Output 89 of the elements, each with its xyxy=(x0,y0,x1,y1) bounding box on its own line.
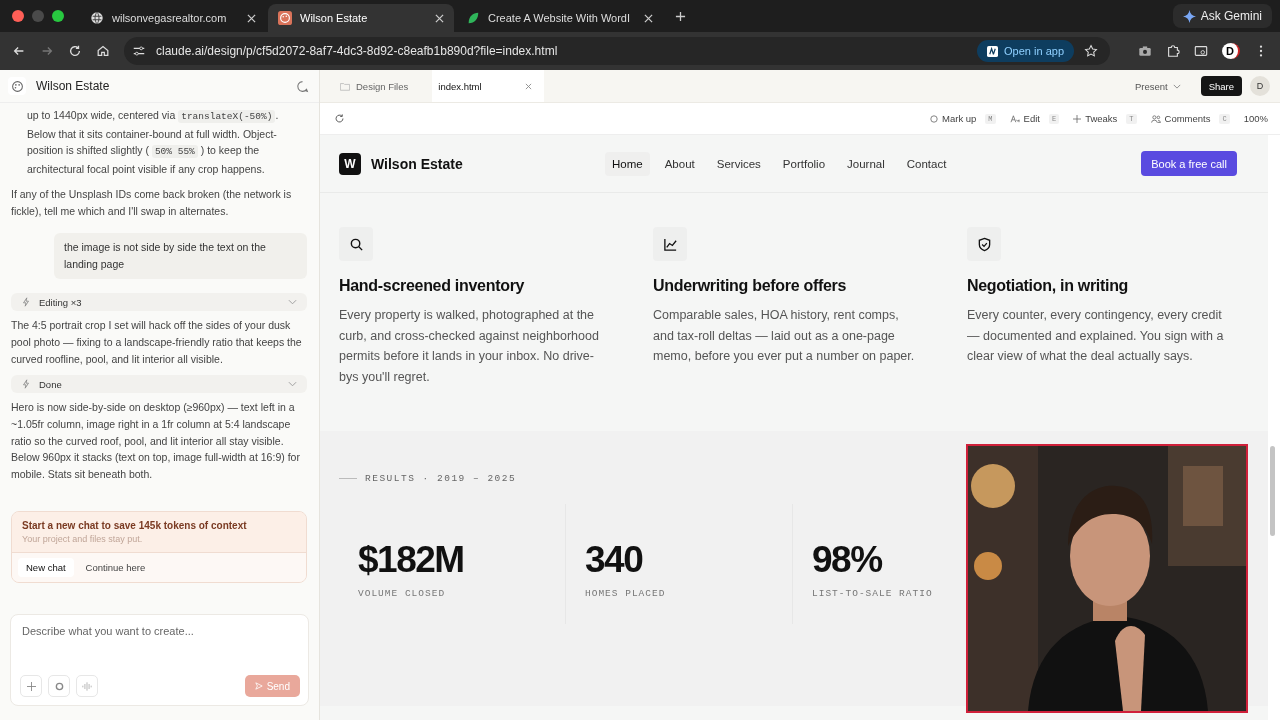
star-icon[interactable] xyxy=(1084,44,1098,58)
people-icon xyxy=(1150,114,1161,123)
line-chart-icon xyxy=(653,227,687,261)
forward-icon[interactable] xyxy=(40,44,54,58)
feature-description: Every counter, every contingency, every credit — documented and explained. You sign with a clear view of what the deal actually says. xyxy=(967,307,1225,365)
nav-link[interactable]: About xyxy=(657,151,702,176)
search-icon xyxy=(339,227,373,261)
stat-label: HOMES PLACED xyxy=(585,588,667,599)
nav-link[interactable]: Journal xyxy=(840,151,892,176)
section-label: RESULTS · 2019 – 2025 xyxy=(365,473,517,484)
stat-value: $182M xyxy=(358,540,465,580)
feature-title: Negotiation, in writing xyxy=(967,277,1130,295)
plus-icon xyxy=(26,681,36,691)
assistant-message: up to 1440px wide, centered via translateX(-50%) . Below that it sits container-bound at full width. Object-position is shifted slightly ( 50% 55% ) to keep the architectural focal point visible if any crop happens. xyxy=(26,108,280,178)
circle-icon xyxy=(930,114,938,123)
tool-activity-row[interactable]: Editing ×3 xyxy=(11,293,307,312)
maximize-window-icon[interactable] xyxy=(52,10,64,22)
chevron-down-icon xyxy=(1172,83,1181,89)
stat-label: LIST-TO-SALE RATIO xyxy=(812,588,934,599)
project-title: Wilson Estate xyxy=(36,79,110,93)
notice-subtitle: Your project and files stay put. xyxy=(22,533,144,544)
present-dropdown[interactable]: Present xyxy=(1128,79,1187,93)
browser-tab[interactable]: wilsonvegasrealtor.com xyxy=(80,4,266,32)
new-tab-icon[interactable] xyxy=(675,10,687,22)
waveform-icon xyxy=(82,681,92,691)
ask-gemini-button[interactable]: Ask Gemini xyxy=(1172,4,1272,28)
plus-icon xyxy=(1073,114,1082,123)
close-window-icon[interactable] xyxy=(12,10,24,22)
feature-description: Comparable sales, HOA history, rent comps, and tax-roll deltas — laid out as a one-page memo, before you ever put a number on paper. xyxy=(653,307,916,365)
tab-search-icon[interactable] xyxy=(1194,44,1208,58)
notice-button[interactable]: New chat xyxy=(18,557,74,577)
chevron-down-icon xyxy=(288,381,297,388)
stat-value: 340 xyxy=(585,540,644,580)
palette-icon xyxy=(8,77,26,95)
home-icon[interactable] xyxy=(96,44,110,58)
file-tab[interactable]: Design Files xyxy=(334,70,421,102)
font-icon xyxy=(1009,114,1020,123)
app-icon xyxy=(987,45,999,57)
assistant-message: The 4:5 portrait crop I set will hack off the sides of your dusk pool photo — fixing to a landscape-friendly ratio that keeps the curved roofline, pool, and lit interior all visible. xyxy=(11,318,303,367)
assistant-message: Hero is now side-by-side on desktop (≥960px) — text left in a ~1.05fr column, image right in a 1fr column at 5:4 landscape ratio so the curved roof, pool, and lit interior all stay visible. Below 960px it stacks (text on top, image full-width at 16:9) for mobile. Stats sit beneath both. xyxy=(11,400,301,483)
book-call-button[interactable]: Book a free call xyxy=(1141,151,1237,176)
leaf-icon xyxy=(466,11,480,25)
nav-link[interactable]: Contact xyxy=(899,151,954,176)
nav-link[interactable]: Home xyxy=(605,151,650,176)
assistant-message: If any of the Unsplash IDs come back broken (the network is fickle), tell me which and I'll swap in alternates. xyxy=(11,186,293,219)
back-icon[interactable] xyxy=(12,44,26,58)
close-icon[interactable] xyxy=(525,82,533,90)
palette-icon xyxy=(278,11,292,25)
close-tab-icon[interactable] xyxy=(247,13,256,23)
chevron-down-icon xyxy=(288,299,297,306)
stat-label: VOLUME CLOSED xyxy=(358,588,447,599)
scrollbar-thumb[interactable] xyxy=(1270,446,1275,536)
add-button[interactable] xyxy=(20,675,42,697)
brand-logo[interactable]: W xyxy=(339,152,361,175)
globe-icon xyxy=(90,11,104,25)
feature-title: Underwriting before offers xyxy=(653,277,848,295)
browser-tab[interactable]: Create A Website With WordI xyxy=(456,4,664,32)
user-message: the image is not side by side the text on the landing page xyxy=(54,233,307,280)
profile-avatar[interactable]: D xyxy=(1222,43,1240,59)
close-tab-icon[interactable] xyxy=(644,13,654,23)
open-in-app-button[interactable]: Open in app xyxy=(977,40,1074,62)
notice-button[interactable]: Continue here xyxy=(77,557,154,577)
settings-icon xyxy=(54,681,64,691)
settings-button[interactable] xyxy=(48,675,70,697)
stat-value: 98% xyxy=(812,540,883,580)
bolt-icon xyxy=(21,379,31,390)
site-settings-icon[interactable] xyxy=(132,44,146,58)
share-button[interactable]: Share xyxy=(1200,76,1242,96)
file-tab[interactable]: index.html xyxy=(432,70,545,102)
feature-description: Every property is walked, photographed at the curb, and cross-checked against neighborhood permits before it lands in your inbox. No drive-bys you'll regret. xyxy=(339,307,600,386)
feature-title: Hand-screened inventory xyxy=(339,277,526,295)
user-avatar[interactable]: D xyxy=(1250,76,1270,96)
address-bar[interactable]: claude.ai/design/p/cf5d2072-8af7-4dc3-8d92-c8eafb1b890d?file=index.html Open in app xyxy=(124,37,1110,65)
nav-link[interactable]: Services xyxy=(709,151,768,176)
brand-name[interactable]: Wilson Estate xyxy=(371,155,463,172)
send-icon xyxy=(254,682,263,690)
reload-icon[interactable] xyxy=(334,113,345,124)
extensions-icon[interactable] xyxy=(1166,44,1180,58)
shield-check-icon xyxy=(967,227,1001,261)
notice-title: Start a new chat to save 145k tokens of context xyxy=(22,519,248,531)
zoom-level[interactable]: 100% xyxy=(1243,113,1268,124)
folder-icon xyxy=(340,81,350,91)
nav-link[interactable]: Portfolio xyxy=(775,151,833,176)
camera-icon[interactable] xyxy=(1138,44,1152,58)
bolt-icon xyxy=(21,297,31,308)
close-tab-icon[interactable] xyxy=(435,13,444,23)
browser-tab[interactable]: Wilson Estate xyxy=(268,4,454,32)
tool-activity-row[interactable]: Done xyxy=(11,375,307,394)
sparkle-icon xyxy=(1182,9,1196,23)
